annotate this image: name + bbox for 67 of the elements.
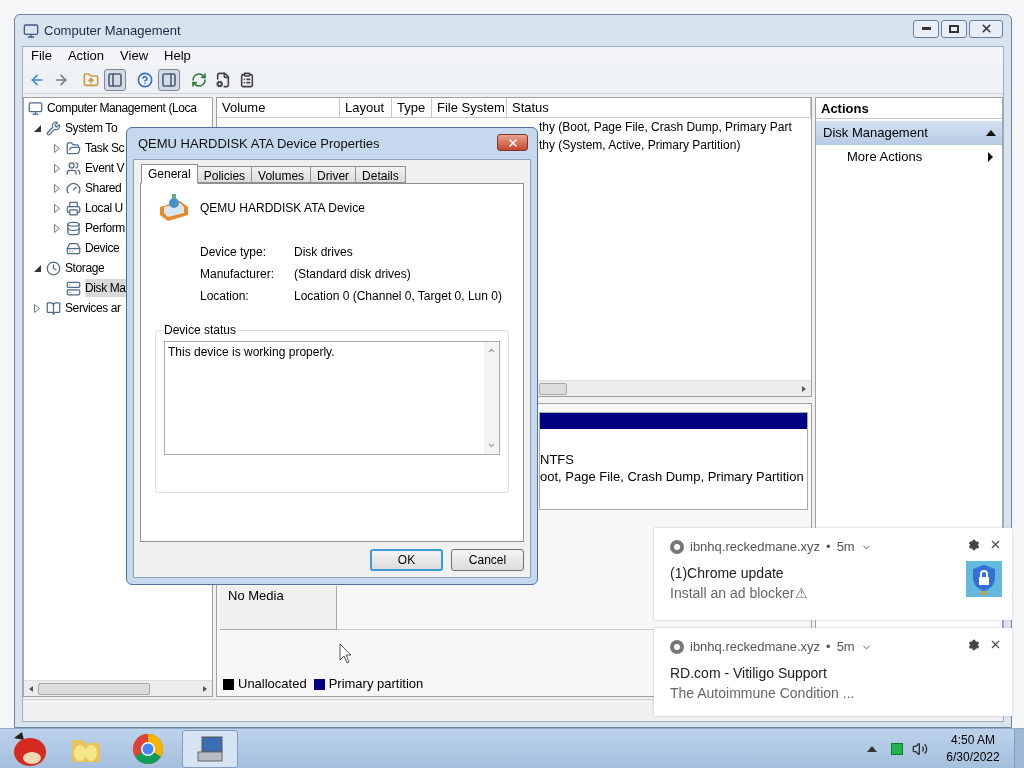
notification-body: The Autoimmune Condition ... (670, 684, 856, 703)
tab[interactable]: Details (355, 166, 406, 183)
separator-dot: • (826, 538, 831, 557)
tree-item[interactable]: Shared (85, 179, 122, 197)
menu-item[interactable]: View (112, 47, 157, 65)
tree-item[interactable]: Device (85, 239, 120, 257)
status-text: This device is working properly. (167, 344, 336, 361)
tree-item[interactable]: Computer Management (Loca (47, 99, 197, 117)
tab[interactable]: Driver (310, 166, 357, 183)
separator-dot: • (826, 638, 831, 657)
actions-section[interactable]: Disk Management (816, 121, 1002, 145)
menu-item[interactable]: Action (59, 47, 113, 65)
tab[interactable]: Volumes (251, 166, 312, 183)
clock-time: 4:50 AM (951, 731, 995, 749)
legend-label: Unallocated (238, 675, 307, 694)
notification-body: Install an ad blocker⚠ (670, 584, 809, 603)
notification-time: 5m (836, 638, 855, 657)
column-header[interactable]: Volume (217, 98, 340, 117)
property-value: Disk drives (294, 244, 353, 261)
table-cell-text: thy (System, Active, Primary Partition) (539, 137, 741, 154)
notification-source: ibnhq.reckedmane.xyz (690, 638, 821, 657)
dialog-button[interactable]: Cancel (451, 549, 524, 571)
column-header[interactable]: Layout (340, 98, 392, 117)
clock-date: 6/30/2022 (946, 748, 1000, 766)
tree-item[interactable]: Event V (85, 159, 125, 177)
action-link[interactable]: More Actions (847, 147, 988, 167)
partition-text: NTFS (540, 451, 575, 468)
menu-item[interactable]: Help (156, 47, 199, 65)
status-text-area[interactable]: This device is working properly. (164, 341, 500, 455)
tree-item[interactable]: Perform (85, 219, 125, 237)
device-name: QEMU HARDDISK ATA Device (200, 200, 365, 217)
tab[interactable]: Policies (196, 166, 253, 183)
dialog-title: QEMU HARDDISK ATA Device Properties (138, 134, 381, 153)
column-header[interactable]: Type (392, 98, 432, 117)
clock[interactable]: 4:50 AM 6/30/2022 (944, 731, 1002, 766)
notification-time: 5m (836, 538, 855, 557)
group-label: Device status (163, 323, 238, 337)
disk-status: No Media (228, 588, 285, 604)
table-cell-text: thy (Boot, Page File, Crash Dump, Primary Part (539, 119, 792, 136)
section-label: Disk Management (823, 124, 929, 143)
tree-item[interactable]: Local U (85, 199, 123, 217)
tab[interactable]: General (141, 164, 198, 184)
property-value: Location 0 (Channel 0, Target 0, Lun 0) (294, 288, 502, 305)
notification-source: ibnhq.reckedmane.xyz (690, 538, 821, 557)
disk-label-block[interactable]: No Media (220, 586, 337, 630)
dialog-button[interactable]: OK (370, 549, 443, 571)
property-label: Location: (200, 288, 250, 305)
window-title: Computer Management (44, 21, 181, 40)
notification-toast[interactable]: ibnhq.reckedmane.xyz • 5m RD.com - Vitiligo Support The Autoimmune Condition ... (654, 628, 1012, 716)
partition-block[interactable]: NTFS oot, Page File, Crash Dump, Primary Partition (539, 412, 808, 510)
menu-item[interactable]: File (23, 47, 60, 65)
notification-title: (1)Chrome update (670, 564, 785, 583)
actions-title: Actions (816, 98, 1002, 119)
notification-toast[interactable]: ibnhq.reckedmane.xyz • 5m (1)Chrome update Install an ad blocker⚠ (654, 528, 1012, 620)
property-value: (Standard disk drives) (294, 266, 411, 283)
tree-item[interactable]: System To (65, 119, 118, 137)
notification-title: RD.com - Vitiligo Support (670, 664, 828, 683)
tree-item[interactable]: Task Sc (85, 139, 125, 157)
property-label: Manufacturer: (200, 266, 276, 283)
column-header[interactable]: File System (432, 98, 507, 117)
property-label: Device type: (200, 244, 268, 261)
tree-item[interactable]: Storage (65, 259, 105, 277)
partition-text: oot, Page File, Crash Dump, Primary Partition (540, 468, 805, 485)
tree-item[interactable]: Disk Ma (85, 279, 126, 297)
column-header[interactable]: Status (507, 98, 811, 117)
tree-item[interactable]: Services ar (65, 299, 121, 317)
legend-label: Primary partition (328, 675, 424, 694)
